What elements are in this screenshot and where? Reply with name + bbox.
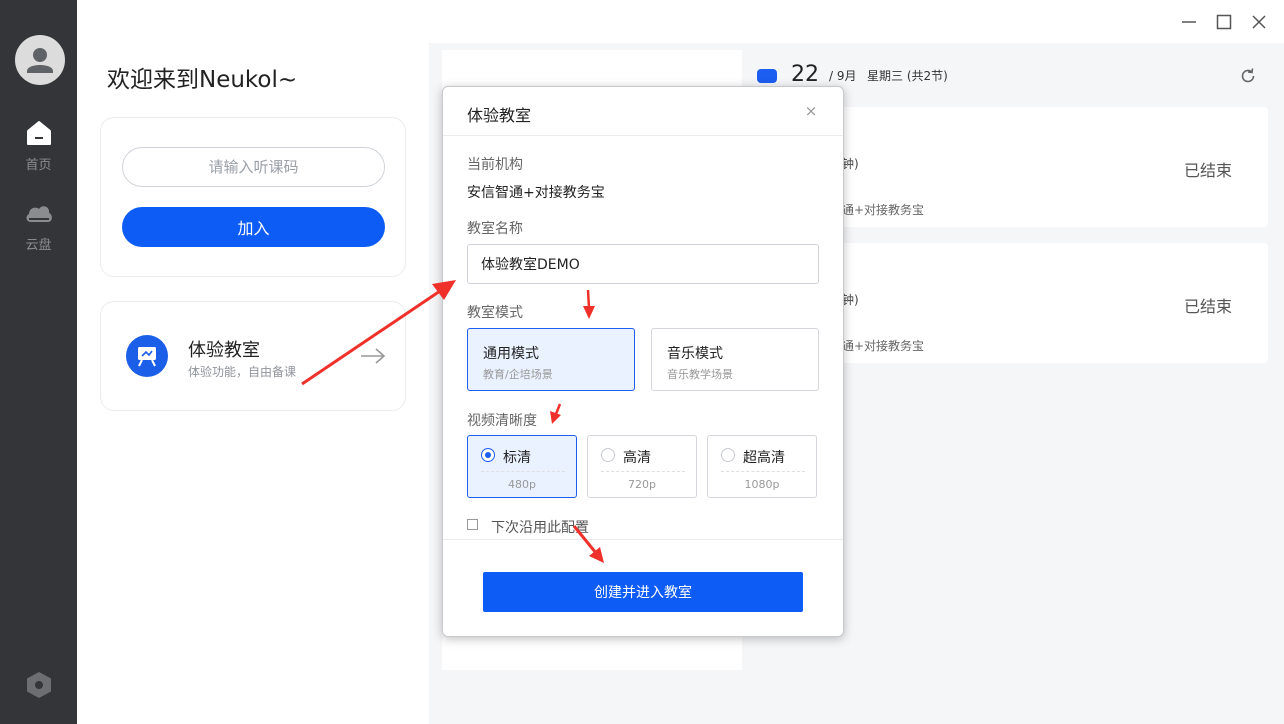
avatar[interactable] (15, 35, 65, 85)
schedule-duration: 钟) (842, 293, 859, 307)
quality-name: 标清 (503, 450, 531, 466)
sidebar: 首页 云盘 (0, 0, 77, 724)
sidebar-item-cloud[interactable]: 云盘 (0, 200, 77, 253)
remember-label: 下次沿用此配置 (491, 520, 589, 536)
mode-name: 音乐模式 (667, 346, 723, 362)
divider (443, 135, 843, 136)
close-window-button[interactable] (1250, 13, 1268, 31)
mode-option-music[interactable]: 音乐模式 音乐教学场景 (651, 328, 819, 391)
schedule-duration: 钟) (842, 157, 859, 171)
classroom-name-label: 教室名称 (467, 221, 523, 237)
divider (481, 471, 565, 472)
refresh-icon (1241, 68, 1255, 83)
divider (721, 471, 805, 472)
date-weekday: 星期三 (共2节) (867, 69, 948, 83)
date-month: / 9月 (829, 69, 857, 83)
maximize-button[interactable] (1215, 13, 1233, 31)
divider (601, 471, 685, 472)
minimize-button[interactable] (1180, 13, 1198, 31)
presentation-board-icon (126, 335, 168, 377)
schedule-org: 通+对接教务宝 (842, 339, 925, 353)
close-icon (1252, 15, 1266, 29)
schedule-org: 通+对接教务宝 (842, 203, 925, 217)
welcome-title: 欢迎来到Neukol~ (107, 67, 298, 93)
remember-checkbox[interactable] (467, 519, 478, 530)
mode-description: 教育/企培场景 (483, 368, 553, 381)
quality-name: 超高清 (743, 450, 785, 466)
trial-classroom-subtitle: 体验功能，自由备课 (188, 365, 297, 379)
hexagon-settings-icon (27, 672, 51, 698)
quality-option-uhd[interactable]: 超高清 1080p (707, 435, 817, 498)
minimize-icon (1182, 21, 1196, 23)
cloud-icon (26, 206, 52, 222)
schedule-status: 已结束 (1184, 161, 1233, 180)
quality-resolution: 720p (628, 478, 656, 491)
sidebar-item-label: 首页 (25, 158, 52, 173)
radio-button[interactable] (601, 448, 615, 462)
home-icon (26, 121, 51, 145)
quality-resolution: 480p (508, 478, 536, 491)
trial-classroom-card[interactable]: 体验教室 体验功能，自由备课 (100, 301, 406, 411)
class-code-input[interactable] (122, 147, 385, 187)
date-day: 22 (791, 62, 819, 87)
trial-classroom-dialog: 体验教室 × 当前机构 安信智通+对接教务宝 教室名称 教室模式 通用模式 教育… (442, 86, 844, 637)
quality-option-sd[interactable]: 标清 480p (467, 435, 577, 498)
sidebar-item-home[interactable]: 首页 (0, 120, 77, 173)
org-value: 安信智通+对接教务宝 (467, 185, 605, 201)
quality-name: 高清 (623, 450, 651, 466)
create-enter-classroom-button[interactable]: 创建并进入教室 (483, 572, 803, 612)
maximize-icon (1216, 14, 1232, 30)
join-card: 加入 (100, 117, 406, 277)
sidebar-item-label: 云盘 (25, 238, 52, 253)
refresh-button[interactable] (1238, 66, 1258, 86)
user-icon (27, 48, 53, 73)
quality-option-hd[interactable]: 高清 720p (587, 435, 697, 498)
video-quality-label: 视频清晰度 (467, 413, 537, 429)
radio-button[interactable] (721, 448, 735, 462)
classroom-mode-label: 教室模式 (467, 305, 523, 321)
mode-description: 音乐教学场景 (667, 368, 733, 381)
classroom-name-input[interactable] (467, 244, 819, 284)
mode-name: 通用模式 (483, 346, 539, 362)
divider (443, 539, 843, 540)
dialog-close-button[interactable]: × (803, 103, 819, 119)
mode-option-general[interactable]: 通用模式 教育/企培场景 (467, 328, 635, 391)
calendar-tag-icon (757, 69, 777, 83)
org-label: 当前机构 (467, 157, 523, 173)
dialog-title: 体验教室 (467, 106, 532, 125)
quality-resolution: 1080p (744, 478, 780, 491)
radio-button[interactable] (481, 448, 495, 462)
join-button[interactable]: 加入 (122, 207, 385, 247)
arrow-right-icon (359, 346, 387, 370)
schedule-status: 已结束 (1184, 297, 1233, 316)
trial-classroom-title: 体验教室 (188, 340, 260, 361)
settings-button[interactable] (25, 670, 53, 700)
